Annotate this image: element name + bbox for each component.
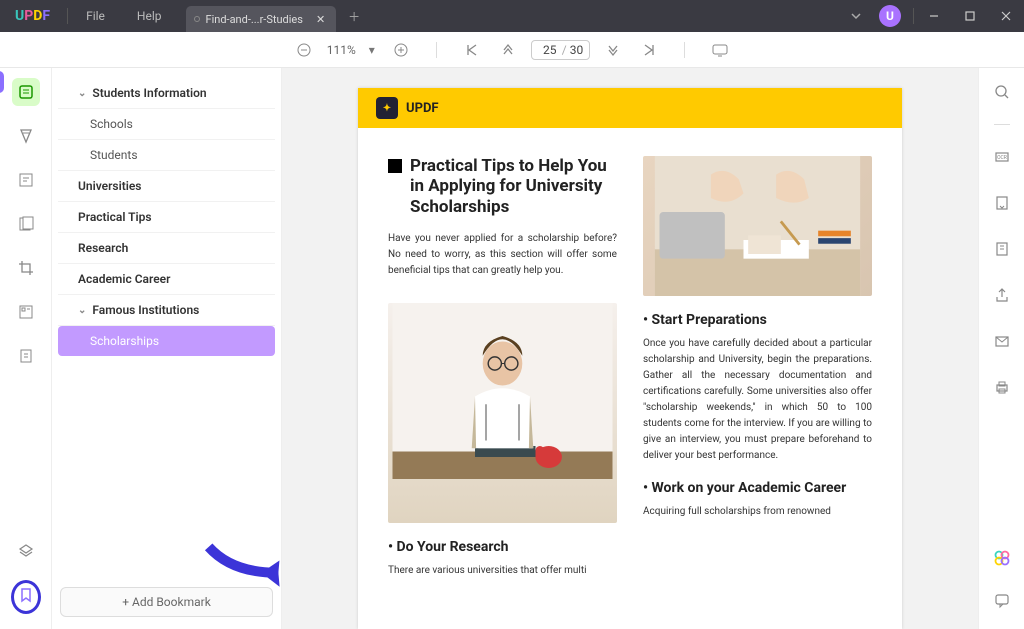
ai-assistant-icon[interactable] xyxy=(988,544,1016,572)
user-avatar[interactable]: U xyxy=(879,5,901,27)
organize-tool-icon[interactable] xyxy=(12,210,40,238)
right-tool-rail: OCR xyxy=(978,68,1024,629)
zoom-dropdown-icon[interactable]: ▾ xyxy=(366,37,378,63)
separator xyxy=(684,42,685,58)
collapse-handle[interactable] xyxy=(0,71,4,93)
bookmark-item[interactable]: Schools xyxy=(58,109,275,140)
title-dropdown-icon[interactable] xyxy=(843,0,869,32)
email-icon[interactable] xyxy=(988,327,1016,355)
next-page-button[interactable] xyxy=(600,37,626,63)
bookmark-item-selected[interactable]: Scholarships xyxy=(58,326,275,356)
page-text: There are various universities that offe… xyxy=(388,563,617,579)
page-total: 30 xyxy=(570,43,584,57)
zoom-out-button[interactable] xyxy=(291,37,317,63)
bookmark-item[interactable]: Universities xyxy=(58,171,275,202)
bookmark-item[interactable]: Practical Tips xyxy=(58,202,275,233)
tab-title: Find-and-...r-Studies xyxy=(206,13,303,26)
first-page-button[interactable] xyxy=(459,37,485,63)
illustration-image xyxy=(643,156,872,296)
title-bar: UPDF File Help Find-and-...r-Studies ✕ ＋… xyxy=(0,0,1024,32)
prev-page-button[interactable] xyxy=(495,37,521,63)
protect-tool-icon[interactable] xyxy=(12,342,40,370)
page-text: Once you have carefully decided about a … xyxy=(643,336,872,464)
tab-indicator-icon xyxy=(194,16,200,22)
bookmark-label: Research xyxy=(78,241,128,255)
page-text: Have you never applied for a scholarship… xyxy=(388,231,617,279)
add-bookmark-button[interactable]: + Add Bookmark xyxy=(60,587,273,617)
form-tool-icon[interactable] xyxy=(12,298,40,326)
comment-tool-icon[interactable] xyxy=(12,122,40,150)
bookmark-label: Schools xyxy=(90,117,133,131)
bookmark-item[interactable]: Students xyxy=(58,140,275,171)
bookmarks-panel-icon[interactable] xyxy=(11,580,41,614)
svg-text:OCR: OCR xyxy=(997,155,1007,161)
close-window-button[interactable] xyxy=(988,0,1024,32)
app-logo: UPDF xyxy=(0,8,65,24)
presentation-button[interactable] xyxy=(707,37,733,63)
menu-help[interactable]: Help xyxy=(121,0,178,32)
chevron-down-icon: ⌄ xyxy=(78,305,86,316)
heading-marker-icon xyxy=(388,159,402,173)
print-icon[interactable] xyxy=(988,373,1016,401)
zoom-level: 111% xyxy=(327,43,356,57)
page-brand-text: UPDF xyxy=(406,101,439,116)
illustration-image xyxy=(388,303,617,523)
new-tab-button[interactable]: ＋ xyxy=(342,4,366,28)
bookmark-label: Famous Institutions xyxy=(92,303,199,317)
toolbar: 111% ▾ / 30 xyxy=(0,32,1024,68)
convert-icon[interactable] xyxy=(988,189,1016,217)
section-heading: Do Your Research xyxy=(388,539,617,555)
reader-mode-icon[interactable] xyxy=(12,78,40,106)
page-heading: Practical Tips to Help You in Applying f… xyxy=(410,156,617,217)
comments-panel-icon[interactable] xyxy=(988,586,1016,614)
bookmark-label: Scholarships xyxy=(90,334,159,348)
bookmark-label: Students Information xyxy=(92,86,206,100)
page-brand-icon: ✦ xyxy=(376,97,398,119)
bookmark-item[interactable]: Research xyxy=(58,233,275,264)
minimize-button[interactable] xyxy=(916,0,952,32)
left-tool-rail xyxy=(0,68,52,629)
ocr-icon[interactable]: OCR xyxy=(988,143,1016,171)
layers-icon[interactable] xyxy=(12,537,40,565)
separator xyxy=(913,8,914,24)
bookmark-label: Students xyxy=(90,148,138,162)
pdf-page: ✦ UPDF Practical Tips to Help You in App… xyxy=(358,88,902,629)
last-page-button[interactable] xyxy=(636,37,662,63)
page-input[interactable] xyxy=(538,43,562,57)
zoom-in-button[interactable] xyxy=(388,37,414,63)
crop-tool-icon[interactable] xyxy=(12,254,40,282)
separator xyxy=(436,42,437,58)
chevron-down-icon: ⌄ xyxy=(78,88,86,99)
menu-file[interactable]: File xyxy=(70,0,121,32)
edit-tool-icon[interactable] xyxy=(12,166,40,194)
search-icon[interactable] xyxy=(988,78,1016,106)
separator xyxy=(994,124,1010,125)
bookmark-label: Academic Career xyxy=(78,272,170,286)
bookmark-label: Practical Tips xyxy=(78,210,152,224)
section-heading: Start Preparations xyxy=(643,312,872,328)
section-heading: Work on your Academic Career xyxy=(643,480,872,496)
share-icon[interactable] xyxy=(988,281,1016,309)
document-tab[interactable]: Find-and-...r-Studies ✕ xyxy=(186,6,337,32)
bookmark-item[interactable]: Academic Career xyxy=(58,264,275,295)
page-indicator: / 30 xyxy=(531,40,590,60)
compress-icon[interactable] xyxy=(988,235,1016,263)
page-text: Acquiring full scholarships from renowne… xyxy=(643,504,872,520)
bookmark-item[interactable]: ⌄ Famous Institutions xyxy=(58,295,275,326)
document-viewport[interactable]: ✦ UPDF Practical Tips to Help You in App… xyxy=(282,68,978,629)
bookmark-label: Universities xyxy=(78,179,141,193)
bookmark-item[interactable]: ⌄ Students Information xyxy=(58,78,275,109)
bookmarks-panel: ⌄ Students Information Schools Students … xyxy=(52,68,282,629)
maximize-button[interactable] xyxy=(952,0,988,32)
separator xyxy=(67,8,68,24)
close-tab-icon[interactable]: ✕ xyxy=(313,13,328,26)
